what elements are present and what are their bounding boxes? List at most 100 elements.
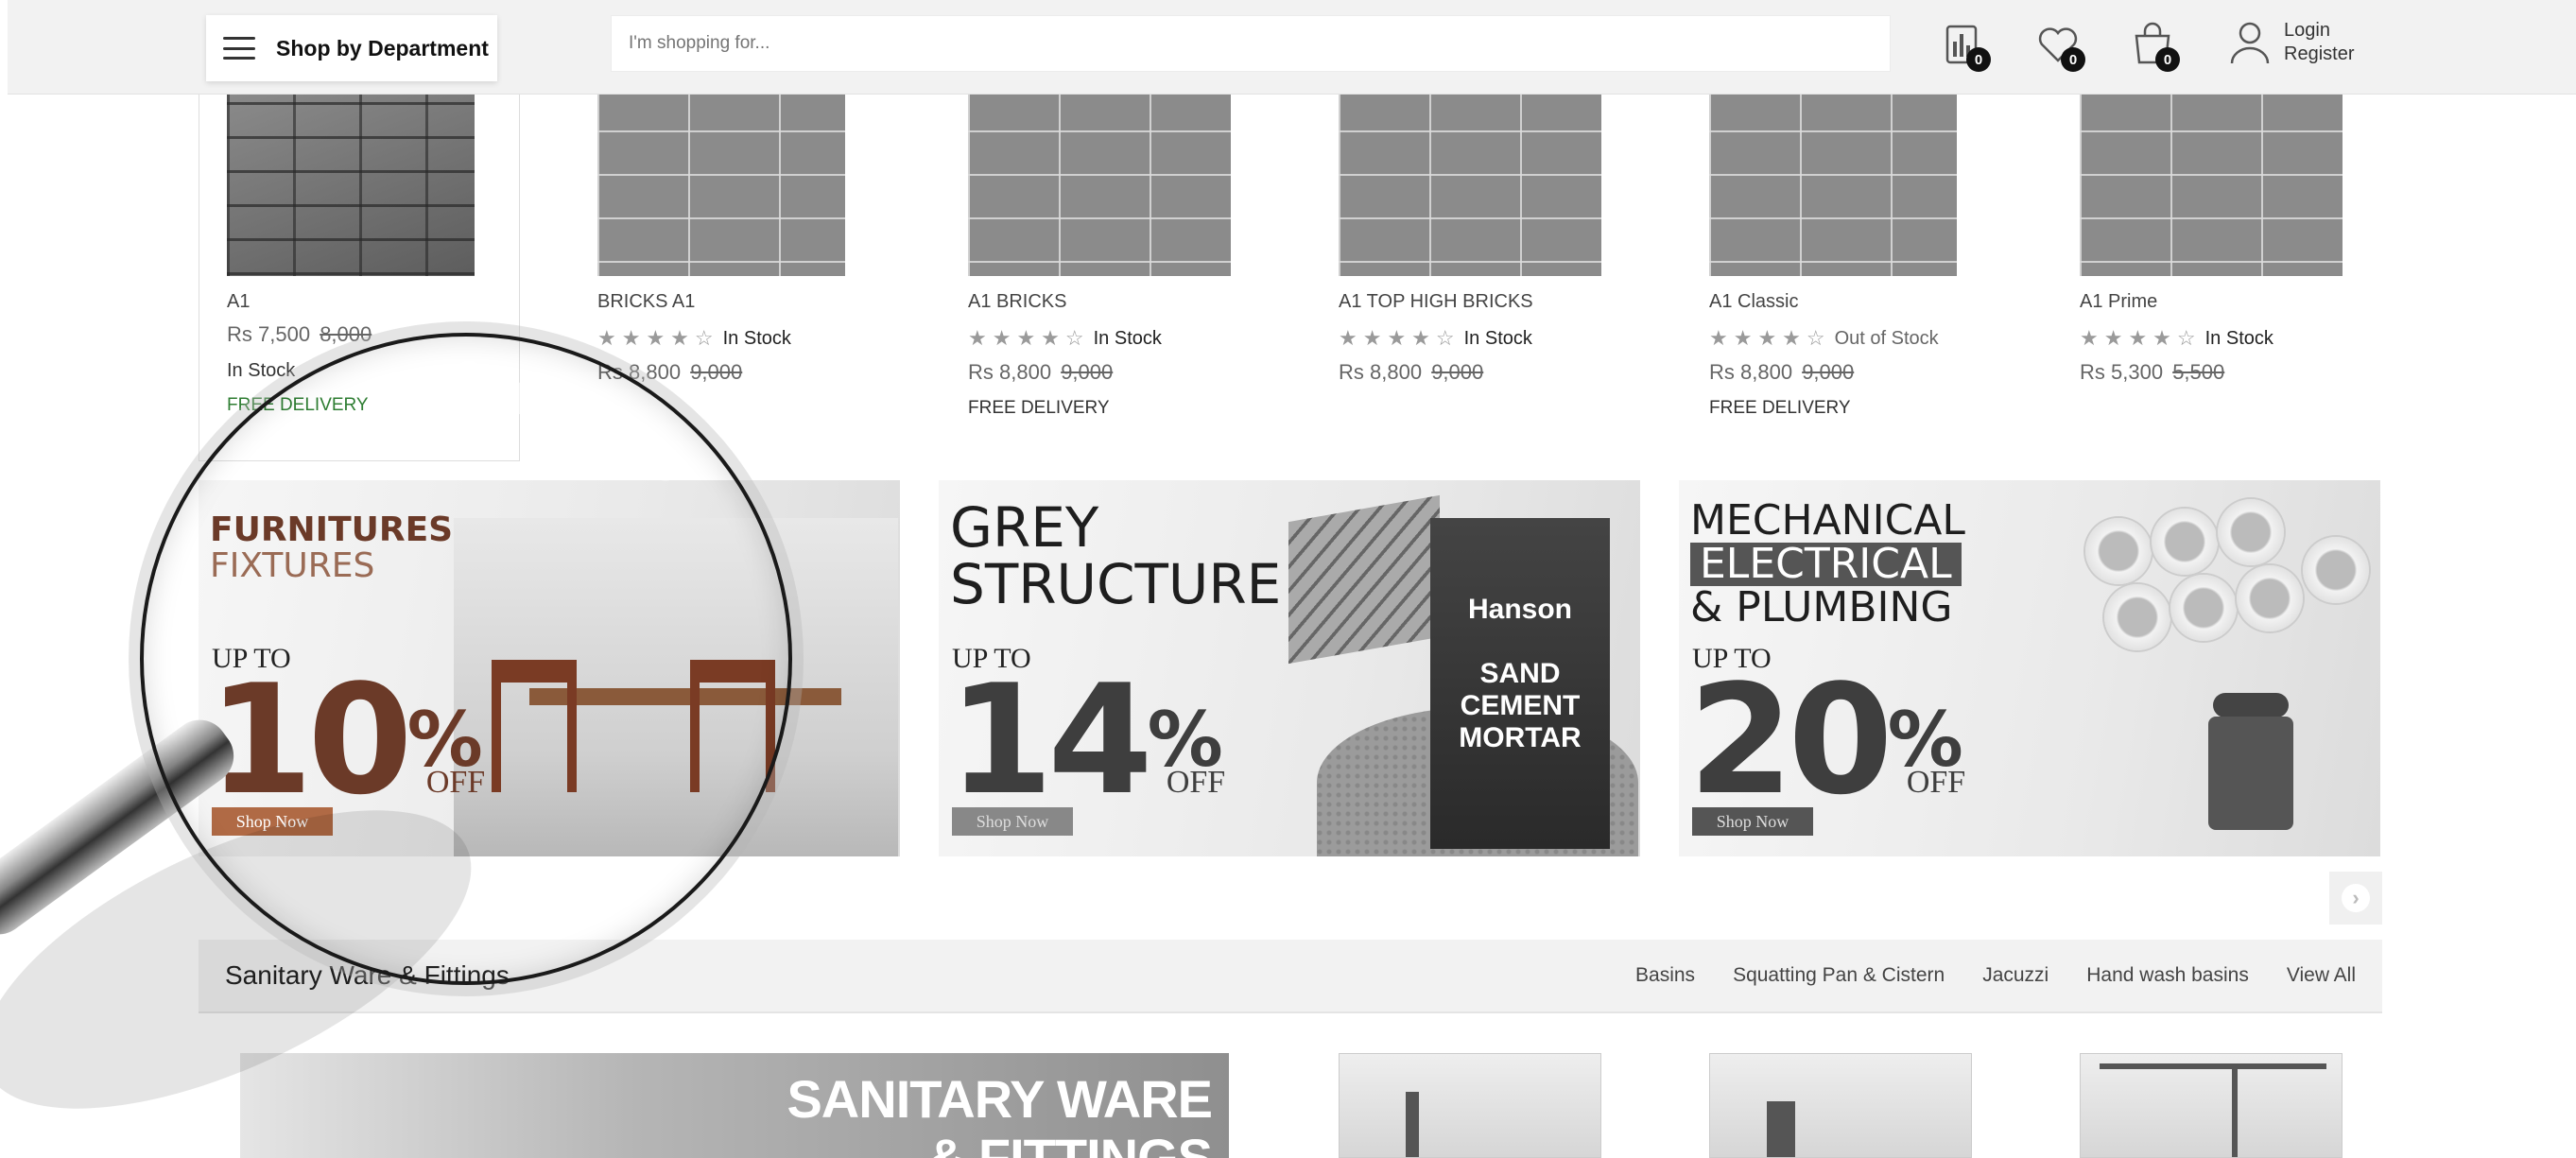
empty-star: ☆ (1435, 326, 1461, 350)
account-links: Login Register (2284, 19, 2354, 66)
current-price: Rs 8,800 (1339, 360, 1423, 384)
product-name[interactable]: A1 TOP HIGH BRICKS (1339, 291, 1651, 313)
current-price: Rs 7,500 (227, 322, 311, 346)
carousel-next-button[interactable]: › (2329, 872, 2382, 925)
category-link-jacuzzi[interactable]: Jacuzzi (1982, 964, 2049, 987)
product-thumbnail[interactable] (1709, 1053, 1972, 1158)
stock-status: In Stock (1093, 327, 1162, 349)
register-link[interactable]: Register (2284, 43, 2354, 66)
free-delivery-label: FREE DELIVERY (1709, 398, 1851, 418)
discount-off: OFF (1166, 765, 1226, 800)
window-frame-illustration (2232, 1063, 2238, 1157)
old-price: 8,000 (320, 322, 372, 346)
chevron-right-icon: › (2342, 884, 2370, 912)
current-price: Rs 8,800 (968, 360, 1052, 384)
star-rating: ★★★★ ☆ In Stock (597, 326, 909, 351)
banner-title-line: STRUCTURE (950, 552, 1282, 616)
discount-off: OFF (1906, 765, 1966, 800)
banner-title: GREY STRUCTURE (950, 499, 1281, 613)
shop-by-department-button[interactable]: Shop by Department (206, 15, 497, 81)
pipe-image (2085, 518, 2152, 584)
search-input[interactable] (611, 15, 1891, 72)
banner-title-line: ELECTRICAL (1690, 543, 1962, 586)
sanitary-promo-banner[interactable]: SANITARY WARE & FITTINGS (240, 1053, 1229, 1158)
mortar-name: SAND CEMENT MORTAR (1459, 658, 1582, 753)
promo-line: & FITTINGS (926, 1128, 1213, 1158)
product-price: Rs 8,800 9,000 (1709, 360, 2021, 385)
hamburger-menu-icon (223, 37, 255, 60)
pipe-image (2152, 509, 2218, 575)
faucet-illustration (1767, 1101, 1795, 1157)
product-price: Rs 5,300 5,500 (2080, 360, 2392, 385)
discount-value: 14 (948, 651, 1153, 828)
category-links: Basins Squatting Pan & Cistern Jacuzzi H… (1635, 964, 2356, 987)
discount-value: 20 (1688, 651, 1893, 828)
star-rating: ★★★★ ☆ In Stock (1339, 326, 1651, 351)
banner-mechanical-electrical-plumbing[interactable]: MECHANICAL ELECTRICAL & PLUMBING UP TO 20%… (1679, 480, 2380, 856)
old-price: 9,000 (1061, 360, 1114, 384)
account-area: Login Register (2229, 19, 2354, 66)
product-name[interactable]: A1 (227, 291, 539, 313)
product-price: Rs 8,800 9,000 (1339, 360, 1651, 385)
mortar-brand: Hanson (1467, 594, 1572, 625)
old-price: 9,000 (1802, 360, 1855, 384)
banner-grey-structure[interactable]: Hanson SAND CEMENT MORTAR GREY STRUCTURE U… (939, 480, 1640, 856)
mortar-bag-image: Hanson SAND CEMENT MORTAR (1430, 518, 1610, 849)
product-price: Rs 8,800 9,000 (597, 360, 909, 385)
user-icon[interactable] (2229, 20, 2271, 65)
filled-stars: ★★★★ (968, 326, 1065, 350)
empty-star: ☆ (1806, 326, 1831, 350)
wishlist-count-badge: 0 (2061, 47, 2085, 72)
current-price: Rs 5,300 (2080, 360, 2164, 384)
login-link[interactable]: Login (2284, 19, 2354, 43)
product-name[interactable]: BRICKS A1 (597, 291, 909, 313)
magnifying-glass-icon (140, 333, 792, 985)
stock-status: In Stock (2204, 327, 2273, 349)
old-price: 9,000 (1431, 360, 1484, 384)
banner-title-line: GREY (950, 495, 1099, 560)
banner-title: MECHANICAL ELECTRICAL & PLUMBING (1690, 499, 1965, 630)
cart-count-badge: 0 (2155, 47, 2180, 72)
stock-status: Out of Stock (1834, 327, 1939, 349)
stock-status: In Stock (722, 327, 791, 349)
product-name[interactable]: A1 BRICKS (968, 291, 1280, 313)
category-link-squatting-pan[interactable]: Squatting Pan & Cistern (1733, 964, 1945, 987)
star-rating: ★★★★ ☆ Out of Stock (1709, 326, 2021, 351)
stock-status: In Stock (1463, 327, 1532, 349)
empty-star: ☆ (1064, 326, 1090, 350)
filled-stars: ★★★★ (1709, 326, 1807, 350)
rebar-image (1288, 494, 1440, 665)
valve-image (2208, 717, 2293, 830)
product-thumbnail[interactable] (2080, 1053, 2343, 1158)
shop-now-button[interactable]: Shop Now (1692, 807, 1813, 836)
old-price: 9,000 (690, 360, 743, 384)
filled-stars: ★★★★ (597, 326, 695, 350)
window-frame-illustration (2100, 1063, 2326, 1069)
category-link-hand-wash-basins[interactable]: Hand wash basins (2086, 964, 2249, 987)
banner-title-line: MECHANICAL (1690, 496, 1965, 544)
pipe-image (2303, 537, 2369, 603)
top-header: Shop by Department 0 0 0 (8, 0, 2576, 95)
category-link-view-all[interactable]: View All (2287, 964, 2356, 987)
pipe-image (2237, 565, 2303, 631)
pipe-image (2218, 499, 2284, 565)
filled-stars: ★★★★ (1339, 326, 1436, 350)
empty-star: ☆ (2176, 326, 2202, 350)
faucet-illustration (1406, 1092, 1419, 1157)
wishlist-button[interactable]: 0 (2034, 21, 2085, 72)
product-name[interactable]: A1 Prime (2080, 291, 2392, 313)
compare-count-badge: 0 (1966, 47, 1991, 72)
promo-line: SANITARY WARE (787, 1069, 1213, 1129)
shop-now-button[interactable]: Shop Now (952, 807, 1073, 836)
cart-button[interactable]: 0 (2129, 21, 2180, 72)
old-price: 5,500 (2172, 360, 2225, 384)
valve-wheel-image (2213, 693, 2289, 717)
current-price: Rs 8,800 (1709, 360, 1793, 384)
filled-stars: ★★★★ (2080, 326, 2177, 350)
pipe-image (2104, 584, 2170, 650)
product-price: Rs 8,800 9,000 (968, 360, 1280, 385)
category-link-basins[interactable]: Basins (1635, 964, 1695, 987)
product-thumbnail[interactable] (1339, 1053, 1601, 1158)
product-name[interactable]: A1 Classic (1709, 291, 2021, 313)
compare-button[interactable]: 0 (1940, 21, 1991, 72)
